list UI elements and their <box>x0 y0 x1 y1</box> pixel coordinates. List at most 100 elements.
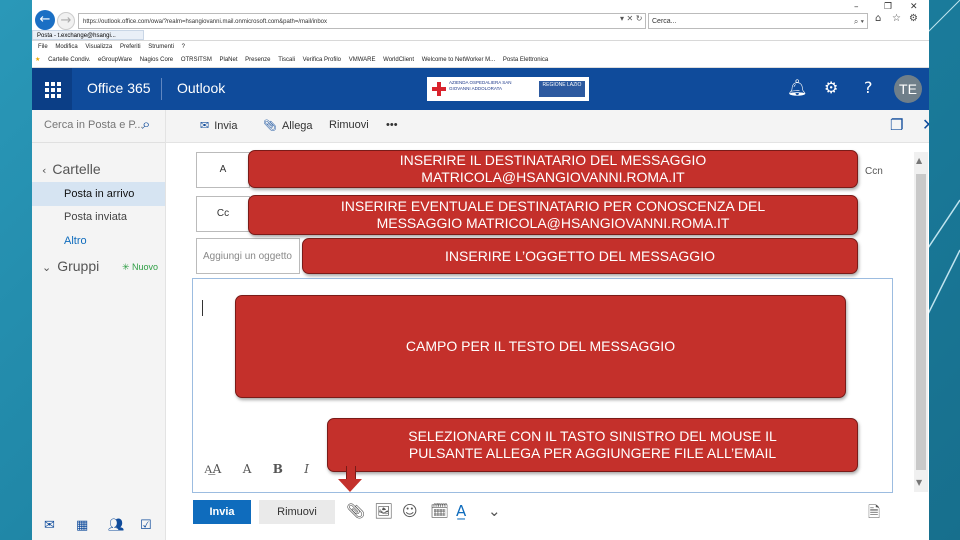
popout-icon[interactable]: ❐ <box>890 116 903 134</box>
discard-button[interactable]: Rimuovi <box>329 119 369 131</box>
new-group-button[interactable]: ✳ Nuovo <box>122 262 158 273</box>
browser-search-placeholder: Cerca... <box>652 18 677 25</box>
back-icon[interactable]: ← <box>35 10 55 30</box>
bell-icon[interactable]: 🔔︎ <box>787 78 807 97</box>
callout-body: CAMPO PER IL TESTO DEL MESSAGGIO <box>235 295 846 398</box>
format-toolbar: A͟A A B I <box>204 462 327 477</box>
folders-label: Cartelle <box>52 161 101 177</box>
restore-icon[interactable]: ❐ <box>884 2 892 12</box>
favorites-star-icon[interactable]: ☆ <box>892 13 901 24</box>
browser-search-input[interactable]: Cerca... ⌕ ▾ <box>648 13 868 29</box>
menu-edit[interactable]: Modifica <box>55 44 77 50</box>
cross-icon <box>432 82 446 96</box>
help-icon[interactable]: ? <box>864 78 873 97</box>
schedule-icon[interactable]: 🗓︎ <box>430 502 449 520</box>
mail-search-input[interactable]: Cerca in Posta e P... <box>44 119 143 131</box>
folder-pane: Cerca in Posta e P... ⌕ ‹ Cartelle Posta … <box>32 110 166 540</box>
hospital-logo: AZIENDA OSPEDALIERA SAN GIOVANNI ADDOLOR… <box>427 77 589 101</box>
sidebar-item-inbox[interactable]: Posta in arrivo <box>32 182 165 206</box>
app-title[interactable]: Outlook <box>177 80 225 96</box>
forward-icon[interactable]: → <box>57 12 75 30</box>
close-icon[interactable]: ✕ <box>922 115 929 134</box>
scroll-up-icon[interactable]: ▲ <box>916 156 922 165</box>
format-text-icon[interactable]: A̲ <box>456 502 466 520</box>
avatar[interactable]: TE <box>894 75 922 103</box>
people-icon[interactable]: 👥︎ <box>108 518 125 533</box>
mail-icon[interactable]: ✉ <box>44 518 55 533</box>
chevron-down-icon: ⌄ <box>42 261 52 274</box>
groups-header[interactable]: ⌄ Gruppi <box>42 258 99 274</box>
calendar-icon[interactable]: ▦ <box>76 518 88 533</box>
search-icon[interactable]: ⌕ ▾ <box>854 14 864 30</box>
draft-icon[interactable]: 🗎︎ <box>868 502 880 527</box>
font-size-icon[interactable]: A͟A <box>204 462 221 476</box>
favorite-link[interactable]: VMWARE <box>349 57 376 63</box>
logo-text: AZIENDA OSPEDALIERA SAN GIOVANNI ADDOLOR… <box>449 80 512 91</box>
cc-button[interactable]: Cc <box>196 196 250 232</box>
callout-body-text: CAMPO PER IL TESTO DEL MESSAGGIO <box>405 338 676 354</box>
settings-gear-icon[interactable]: ⚙ <box>909 13 918 24</box>
minimize-icon[interactable]: – <box>854 2 859 12</box>
subject-input[interactable]: Aggiungi un oggetto <box>196 238 300 274</box>
menu-favorites[interactable]: Preferiti <box>120 44 141 50</box>
to-button[interactable]: A <box>196 152 250 188</box>
groups-label: Gruppi <box>57 258 100 274</box>
suite-divider <box>161 78 162 100</box>
callout-to-line1: INSERIRE IL DESTINATARIO DEL MESSAGGIO <box>399 152 707 168</box>
more-button[interactable]: ••• <box>386 119 398 131</box>
compose-command-bar: ✉ Invia 📎︎ Allega Rimuovi ••• ❐ ✕ <box>166 110 929 143</box>
favorite-link[interactable]: Tiscali <box>278 57 295 63</box>
callout-cc: INSERIRE EVENTUALE DESTINATARIO PER CONO… <box>248 195 858 235</box>
callout-cc-line2: MESSAGGIO MATRICOLA@HSANGIOVANNI.ROMA.IT <box>376 215 730 231</box>
discard-button-bottom[interactable]: Rimuovi <box>259 500 335 524</box>
address-bar[interactable]: https://outlook.office.com/owa/?realm=hs… <box>78 13 646 29</box>
emoji-icon[interactable]: ☺ <box>402 502 418 520</box>
favorite-link[interactable]: OTRSITSM <box>181 57 212 63</box>
favorite-link[interactable]: Cartelle Condiv. <box>48 57 90 63</box>
app-launcher-icon[interactable] <box>32 68 72 110</box>
browser-toolbar: ← → https://outlook.office.com/owa/?real… <box>32 0 929 41</box>
favorite-link[interactable]: Verifica Profilo <box>303 57 341 63</box>
menu-view[interactable]: Visualizza <box>85 44 112 50</box>
browser-tab[interactable]: Posta - t.exchange@hsangi... <box>32 30 144 40</box>
bcc-button[interactable]: Ccn <box>865 166 883 177</box>
refresh-icon[interactable]: ▾ ✕ ↻ <box>620 14 643 23</box>
menu-file[interactable]: File <box>38 44 48 50</box>
favorite-link[interactable]: WorldClient <box>383 57 414 63</box>
callout-attach-line2: PULSANTE ALLEGA PER AGGIUNGERE FILE ALL’… <box>408 445 777 461</box>
sidebar-item-more[interactable]: Altro <box>32 229 165 253</box>
scrollbar[interactable]: ▲ ▼ <box>914 152 928 492</box>
scroll-down-icon[interactable]: ▼ <box>916 478 922 487</box>
favorite-link[interactable]: Welcome to NetWorker M... <box>422 57 495 63</box>
menu-tools[interactable]: Strumenti <box>148 44 174 50</box>
send-button[interactable]: ✉ Invia <box>200 119 237 132</box>
home-icon[interactable]: ⌂ <box>875 13 881 24</box>
callout-to-line2: MATRICOLA@HSANGIOVANNI.ROMA.IT <box>421 169 685 185</box>
tasks-icon[interactable]: ☑ <box>140 518 152 533</box>
callout-subject-text: INSERIRE L’OGGETTO DEL MESSAGGIO <box>445 247 715 264</box>
suite-title[interactable]: Office 365 <box>87 80 151 96</box>
search-icon[interactable]: ⌕ <box>142 115 150 133</box>
bold-icon[interactable]: B <box>273 462 283 476</box>
favorites-bar: ★ Cartelle Condiv. eGroupWare Nagios Cor… <box>32 53 929 68</box>
chevron-down-icon[interactable]: ⌄ <box>488 502 501 520</box>
font-color-icon[interactable]: A <box>243 462 252 476</box>
favorite-link[interactable]: Presenze <box>245 57 270 63</box>
gear-icon[interactable]: ⚙ <box>824 78 838 97</box>
paperclip-icon[interactable]: 📎︎ <box>346 502 365 520</box>
favorite-link[interactable]: eGroupWare <box>98 57 132 63</box>
image-icon[interactable]: 🖼︎ <box>374 502 393 520</box>
italic-icon[interactable]: I <box>304 462 309 476</box>
divider <box>32 142 165 143</box>
send-button-bottom[interactable]: Invia <box>193 500 251 524</box>
favorite-link[interactable]: PlaNet <box>219 57 237 63</box>
text-cursor <box>202 300 203 316</box>
favorite-link[interactable]: Nagios Core <box>140 57 173 63</box>
folders-header[interactable]: ‹ Cartelle <box>42 161 101 177</box>
sidebar-item-sent[interactable]: Posta inviata <box>32 205 165 229</box>
menu-help[interactable]: ? <box>182 44 185 50</box>
attach-button[interactable]: 📎︎ Allega <box>263 119 313 132</box>
scrollbar-thumb[interactable] <box>916 174 926 470</box>
favorite-link[interactable]: Posta Elettronica <box>503 57 548 63</box>
close-window-icon[interactable]: ✕ <box>910 2 918 12</box>
